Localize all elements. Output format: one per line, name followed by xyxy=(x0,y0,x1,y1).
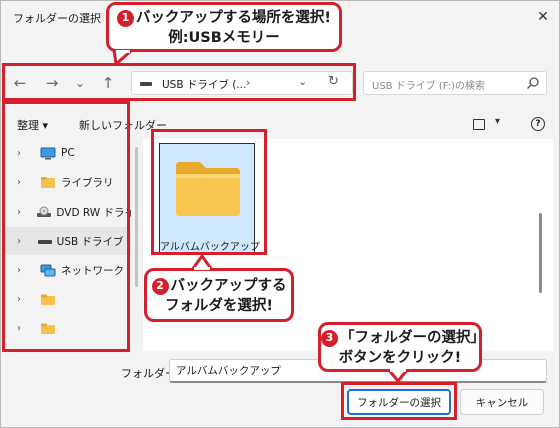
callout-text: バックアップする xyxy=(170,278,287,294)
button-highlight-box xyxy=(341,382,457,420)
content-scrollbar[interactable] xyxy=(539,213,542,293)
address-highlight-box xyxy=(2,63,356,101)
help-icon[interactable]: ? xyxy=(531,117,545,131)
search-placeholder: USB ドライブ (F:)の検索 xyxy=(372,81,486,92)
callout-text: バックアップする場所を選択! xyxy=(135,10,332,26)
callout-text: 例:USBメモリー xyxy=(168,30,280,46)
callout-step-2: 2 バックアップする フォルダを選択! xyxy=(144,268,294,322)
view-dropdown-icon[interactable]: ▾ xyxy=(495,116,500,127)
close-icon[interactable]: ✕ xyxy=(533,7,553,27)
folder-highlight-box xyxy=(151,129,267,255)
view-options-icon[interactable] xyxy=(473,119,485,130)
callout-text: フォルダを選択! xyxy=(164,298,274,314)
sidebar-scrollbar[interactable] xyxy=(135,147,138,287)
window-title: フォルダーの選択 xyxy=(13,12,101,25)
cancel-button[interactable]: キャンセル xyxy=(460,389,544,415)
callout-pointer xyxy=(112,50,134,66)
step-number-badge: 2 xyxy=(151,277,169,295)
callout-text: ボタンをクリック! xyxy=(338,350,462,366)
callout-pointer xyxy=(386,369,410,383)
callout-text: 「フォルダーの選択」 xyxy=(340,330,485,346)
callout-step-3: 3 「フォルダーの選択」 ボタンをクリック! xyxy=(318,322,485,372)
callout-step-1: 1 バックアップする場所を選択! 例:USBメモリー xyxy=(106,2,342,52)
step-number-badge: 3 xyxy=(321,329,338,347)
callout-pointer xyxy=(190,254,214,270)
search-icon xyxy=(527,77,539,89)
search-box[interactable]: USB ドライブ (F:)の検索 xyxy=(363,71,547,95)
step-number-badge: 1 xyxy=(116,9,134,27)
sidebar-highlight-box xyxy=(2,101,130,352)
